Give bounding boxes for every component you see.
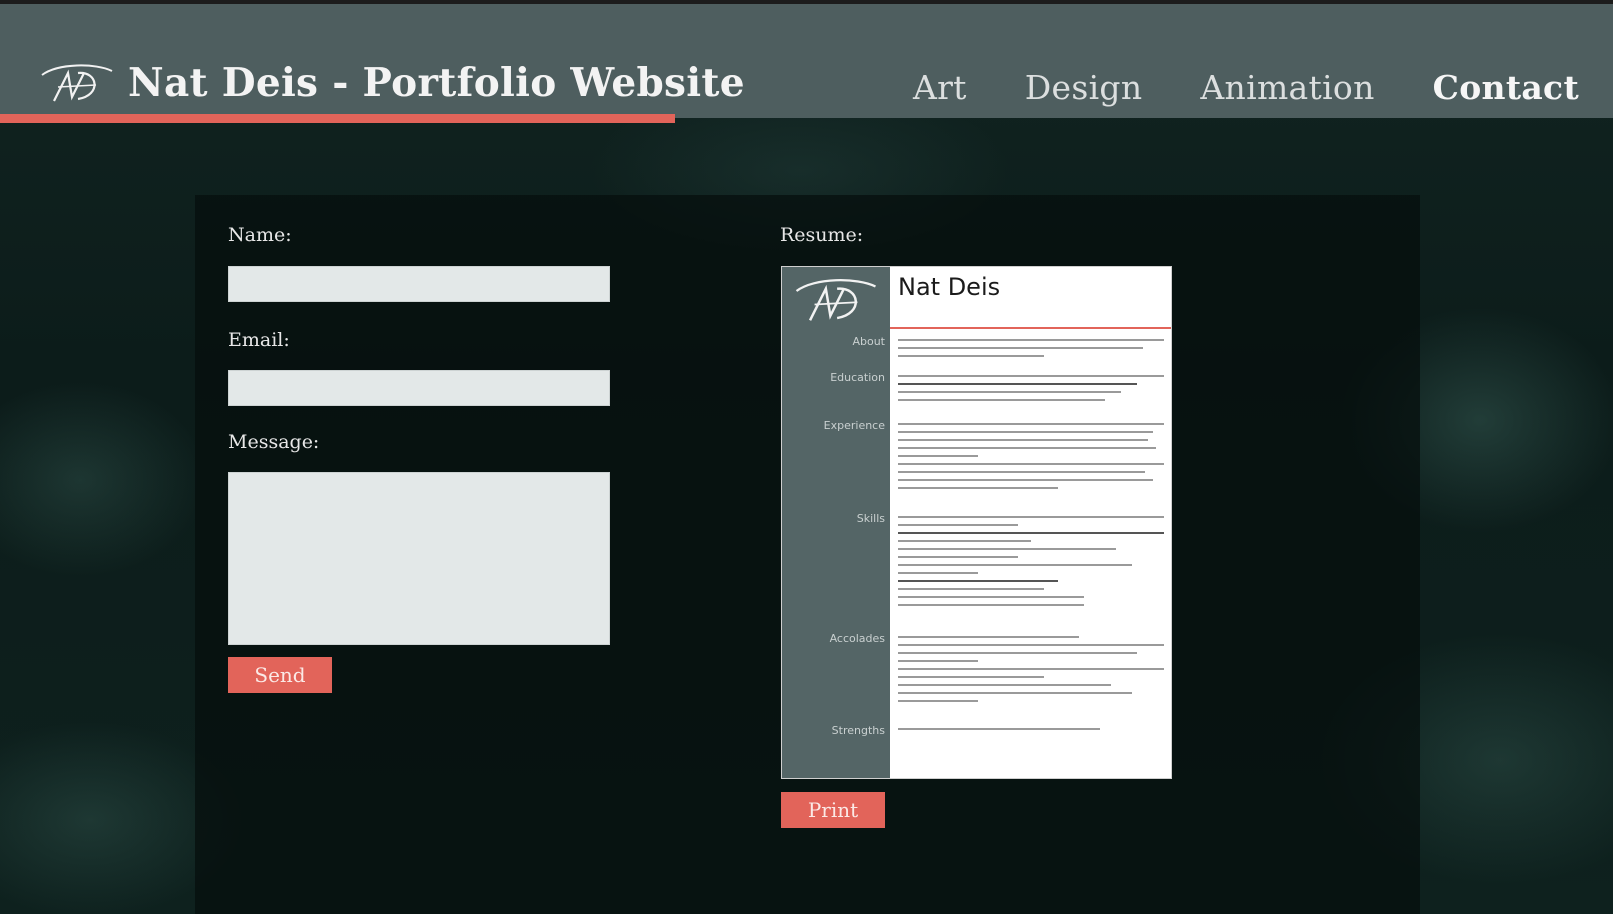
resume-accolades-text bbox=[898, 636, 1164, 708]
nav-art[interactable]: Art bbox=[913, 68, 967, 107]
nd-monogram-logo-icon bbox=[41, 64, 113, 102]
nav-animation[interactable]: Animation bbox=[1200, 68, 1374, 107]
resume-section-experience: Experience bbox=[823, 419, 885, 432]
site-title: Nat Deis - Portfolio Website bbox=[128, 60, 745, 106]
name-label: Name: bbox=[228, 224, 292, 246]
message-field[interactable] bbox=[228, 472, 610, 645]
site-header: Nat Deis - Portfolio Website Art Design … bbox=[0, 4, 1613, 118]
email-label: Email: bbox=[228, 329, 290, 351]
resume-section-education: Education bbox=[830, 371, 885, 384]
resume-preview[interactable]: Nat Deis About Education Experience Skil… bbox=[781, 266, 1172, 779]
resume-skills-text bbox=[898, 516, 1164, 612]
resume-label: Resume: bbox=[780, 224, 864, 246]
name-field[interactable] bbox=[228, 266, 610, 302]
resume-logo-icon bbox=[795, 279, 876, 321]
resume-section-accolades: Accolades bbox=[829, 632, 885, 645]
resume-strengths-text bbox=[898, 728, 1164, 736]
resume-experience-text bbox=[898, 423, 1164, 495]
send-button[interactable]: Send bbox=[228, 657, 332, 693]
resume-education-text bbox=[898, 375, 1164, 407]
resume-section-skills: Skills bbox=[856, 512, 885, 525]
resume-section-strengths: Strengths bbox=[831, 724, 885, 737]
title-underline bbox=[0, 114, 675, 123]
resume-section-about: About bbox=[852, 335, 885, 348]
email-field[interactable] bbox=[228, 370, 610, 406]
nav-contact[interactable]: Contact bbox=[1433, 68, 1579, 107]
brand[interactable]: Nat Deis - Portfolio Website bbox=[38, 60, 745, 106]
resume-about-text bbox=[898, 339, 1164, 363]
nav-design[interactable]: Design bbox=[1025, 68, 1143, 107]
print-button[interactable]: Print bbox=[781, 792, 885, 828]
resume-name: Nat Deis bbox=[898, 273, 1001, 301]
resume-rule bbox=[890, 327, 1171, 329]
main-nav: Art Design Animation Contact bbox=[913, 68, 1579, 107]
message-label: Message: bbox=[228, 431, 320, 453]
